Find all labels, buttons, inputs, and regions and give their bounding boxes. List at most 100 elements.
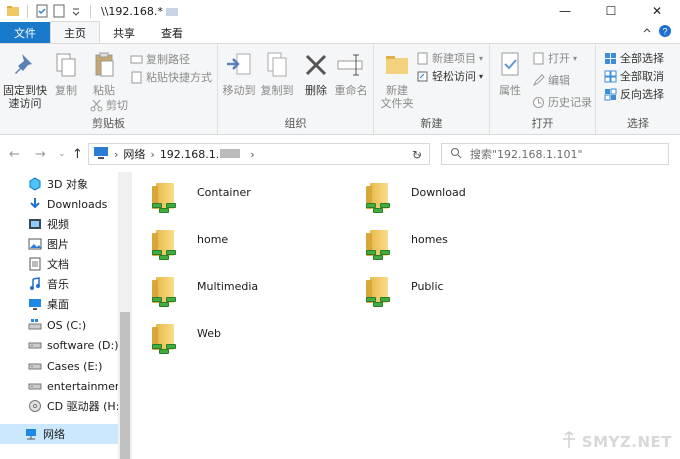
history-button[interactable]: 历史记录	[532, 93, 592, 111]
delete-x-icon	[301, 50, 331, 80]
pin-quick-access-button[interactable]: 固定到快 速访问	[3, 50, 47, 110]
up-arrow-icon[interactable]: ↑	[72, 147, 83, 162]
address-bar[interactable]: › 网络 › 192.168.1. › ⌄	[88, 143, 430, 165]
paste-button[interactable]: 粘贴	[84, 50, 124, 97]
copy-to-button[interactable]: 复制到	[258, 50, 296, 97]
clipboard-group-label: 剪贴板	[92, 117, 125, 130]
copy-path-button[interactable]: 复制路径	[130, 50, 190, 68]
sidebar-item[interactable]: OS (C:)	[28, 315, 120, 335]
sidebar-item[interactable]: entertainment (	[28, 376, 120, 396]
search-box[interactable]: 搜索"192.168.1.101"	[441, 143, 669, 165]
sidebar-item[interactable]: Cases (E:)	[28, 356, 120, 376]
network-icon	[24, 427, 38, 441]
shared-folder-item[interactable]: Public	[346, 268, 546, 310]
cut-button[interactable]: 剪切	[90, 96, 128, 114]
folder-name: Public	[411, 280, 444, 293]
collapse-ribbon-icon[interactable]	[642, 26, 652, 39]
paste-shortcut-button[interactable]: 粘贴快捷方式	[130, 68, 212, 86]
sidebar-item[interactable]: 3D 对象	[28, 174, 120, 194]
sidebar-item[interactable]: CD 驱动器 (H:)	[28, 396, 120, 416]
sidebar-item-label: software (D:)	[47, 338, 119, 352]
file-list: Container Download home homes Multimedia Publ…	[132, 172, 680, 459]
drive-icon	[28, 359, 42, 373]
shared-folder-item[interactable]: Web	[132, 315, 332, 357]
navigation-pane: 3D 对象 Downloads 视频图片文档音乐桌面 OS (C:) software …	[0, 172, 132, 459]
sidebar-item-label: 网络	[43, 428, 65, 441]
shared-folder-item[interactable]: Multimedia	[132, 268, 332, 310]
properties-icon[interactable]	[35, 4, 49, 18]
back-arrow-icon[interactable]: ←	[9, 147, 20, 162]
select-none-icon	[604, 70, 617, 83]
sidebar-item[interactable]: 图片	[28, 234, 120, 254]
sidebar-item-label: 图片	[47, 238, 69, 251]
recent-locations-icon[interactable]: ⌄	[58, 149, 66, 159]
sidebar-item[interactable]: 桌面	[28, 294, 120, 314]
shared-folder-item[interactable]: homes	[346, 221, 546, 263]
open-group-label: 打开	[531, 117, 554, 130]
folder-name: Container	[197, 186, 251, 199]
watermark-logo-icon	[560, 431, 578, 453]
clipboard-group: 固定到快 速访问 复制 粘贴 复制路径 粘贴快捷方式 剪切 剪贴板	[0, 44, 218, 134]
sidebar-item-label: CD 驱动器 (H:)	[47, 400, 120, 413]
sidebar-item-label: 视频	[47, 218, 69, 231]
sidebar-scrollbar[interactable]	[118, 172, 132, 459]
shared-folder-item[interactable]: Container	[132, 174, 332, 216]
edit-button[interactable]: 编辑	[532, 71, 570, 89]
sidebar-item[interactable]: 文档	[28, 254, 120, 274]
new-folder-icon[interactable]	[52, 4, 66, 18]
customize-dropdown-icon[interactable]	[69, 4, 83, 18]
breadcrumb-network[interactable]: 网络	[123, 146, 145, 162]
tab-file[interactable]: 文件	[0, 22, 50, 43]
select-group-label: 选择	[627, 117, 649, 130]
quick-access-toolbar	[0, 4, 95, 18]
scrollbar-thumb[interactable]	[120, 312, 130, 459]
sidebar-item-label: OS (C:)	[47, 318, 87, 332]
svg-text:?: ?	[662, 27, 667, 37]
open-icon	[532, 52, 545, 65]
document-icon	[28, 257, 42, 271]
organize-group: 移动到 复制到 删除 重命名 组织	[218, 44, 374, 134]
select-none-button[interactable]: 全部取消	[604, 67, 664, 85]
ribbon-tabs: 文件 主页 共享 查看 ?	[0, 21, 680, 43]
computer-icon	[93, 146, 109, 162]
properties-button[interactable]: 属性	[490, 50, 530, 97]
tab-home[interactable]: 主页	[50, 21, 100, 43]
new-group-label: 新建	[420, 117, 443, 130]
shared-folder-icon	[364, 179, 396, 217]
rename-button[interactable]: 重命名	[330, 50, 372, 97]
shared-folder-item[interactable]: home	[132, 221, 332, 263]
forward-arrow-icon[interactable]: →	[35, 147, 46, 162]
sidebar-item[interactable]: 音乐	[28, 274, 120, 294]
close-button[interactable]: ✕	[634, 0, 680, 22]
desktop-icon	[28, 297, 42, 311]
music-icon	[28, 277, 42, 291]
copy-button[interactable]: 复制	[46, 50, 86, 97]
paste-icon	[89, 50, 119, 80]
tab-share[interactable]: 共享	[100, 22, 148, 43]
minimize-button[interactable]: —	[542, 0, 588, 22]
sidebar-item[interactable]: 视频	[28, 214, 120, 234]
delete-button[interactable]: 删除	[298, 50, 334, 97]
invert-selection-button[interactable]: 反向选择	[604, 85, 664, 103]
sidebar-item[interactable]: 网络	[0, 424, 118, 444]
breadcrumb-host[interactable]: 192.168.1.	[160, 148, 241, 161]
new-folder-button[interactable]: 新建 文件夹	[376, 50, 418, 110]
select-group: 全部选择 全部取消 反向选择 选择	[596, 44, 680, 134]
easy-access-button[interactable]: 轻松访问 ▾	[416, 67, 483, 85]
sidebar-item[interactable]: Downloads	[28, 194, 120, 214]
sidebar-item[interactable]: software (D:)	[28, 335, 120, 355]
new-item-button[interactable]: 新建项目 ▾	[416, 49, 483, 67]
help-icon[interactable]: ?	[658, 24, 672, 41]
shared-folder-item[interactable]: Download	[346, 174, 546, 216]
refresh-icon[interactable]: ↻	[412, 148, 422, 162]
maximize-button[interactable]: ☐	[588, 0, 634, 22]
sidebar-item-label: 桌面	[47, 298, 69, 311]
search-icon	[450, 147, 462, 162]
tab-view[interactable]: 查看	[148, 22, 196, 43]
select-all-button[interactable]: 全部选择	[604, 49, 664, 67]
window-controls: — ☐ ✕	[542, 0, 680, 22]
folder-name: Web	[197, 327, 221, 340]
move-to-button[interactable]: 移动到	[220, 50, 258, 97]
open-button[interactable]: 打开 ▾	[532, 49, 577, 67]
sidebar-item-label: 文档	[47, 258, 69, 271]
